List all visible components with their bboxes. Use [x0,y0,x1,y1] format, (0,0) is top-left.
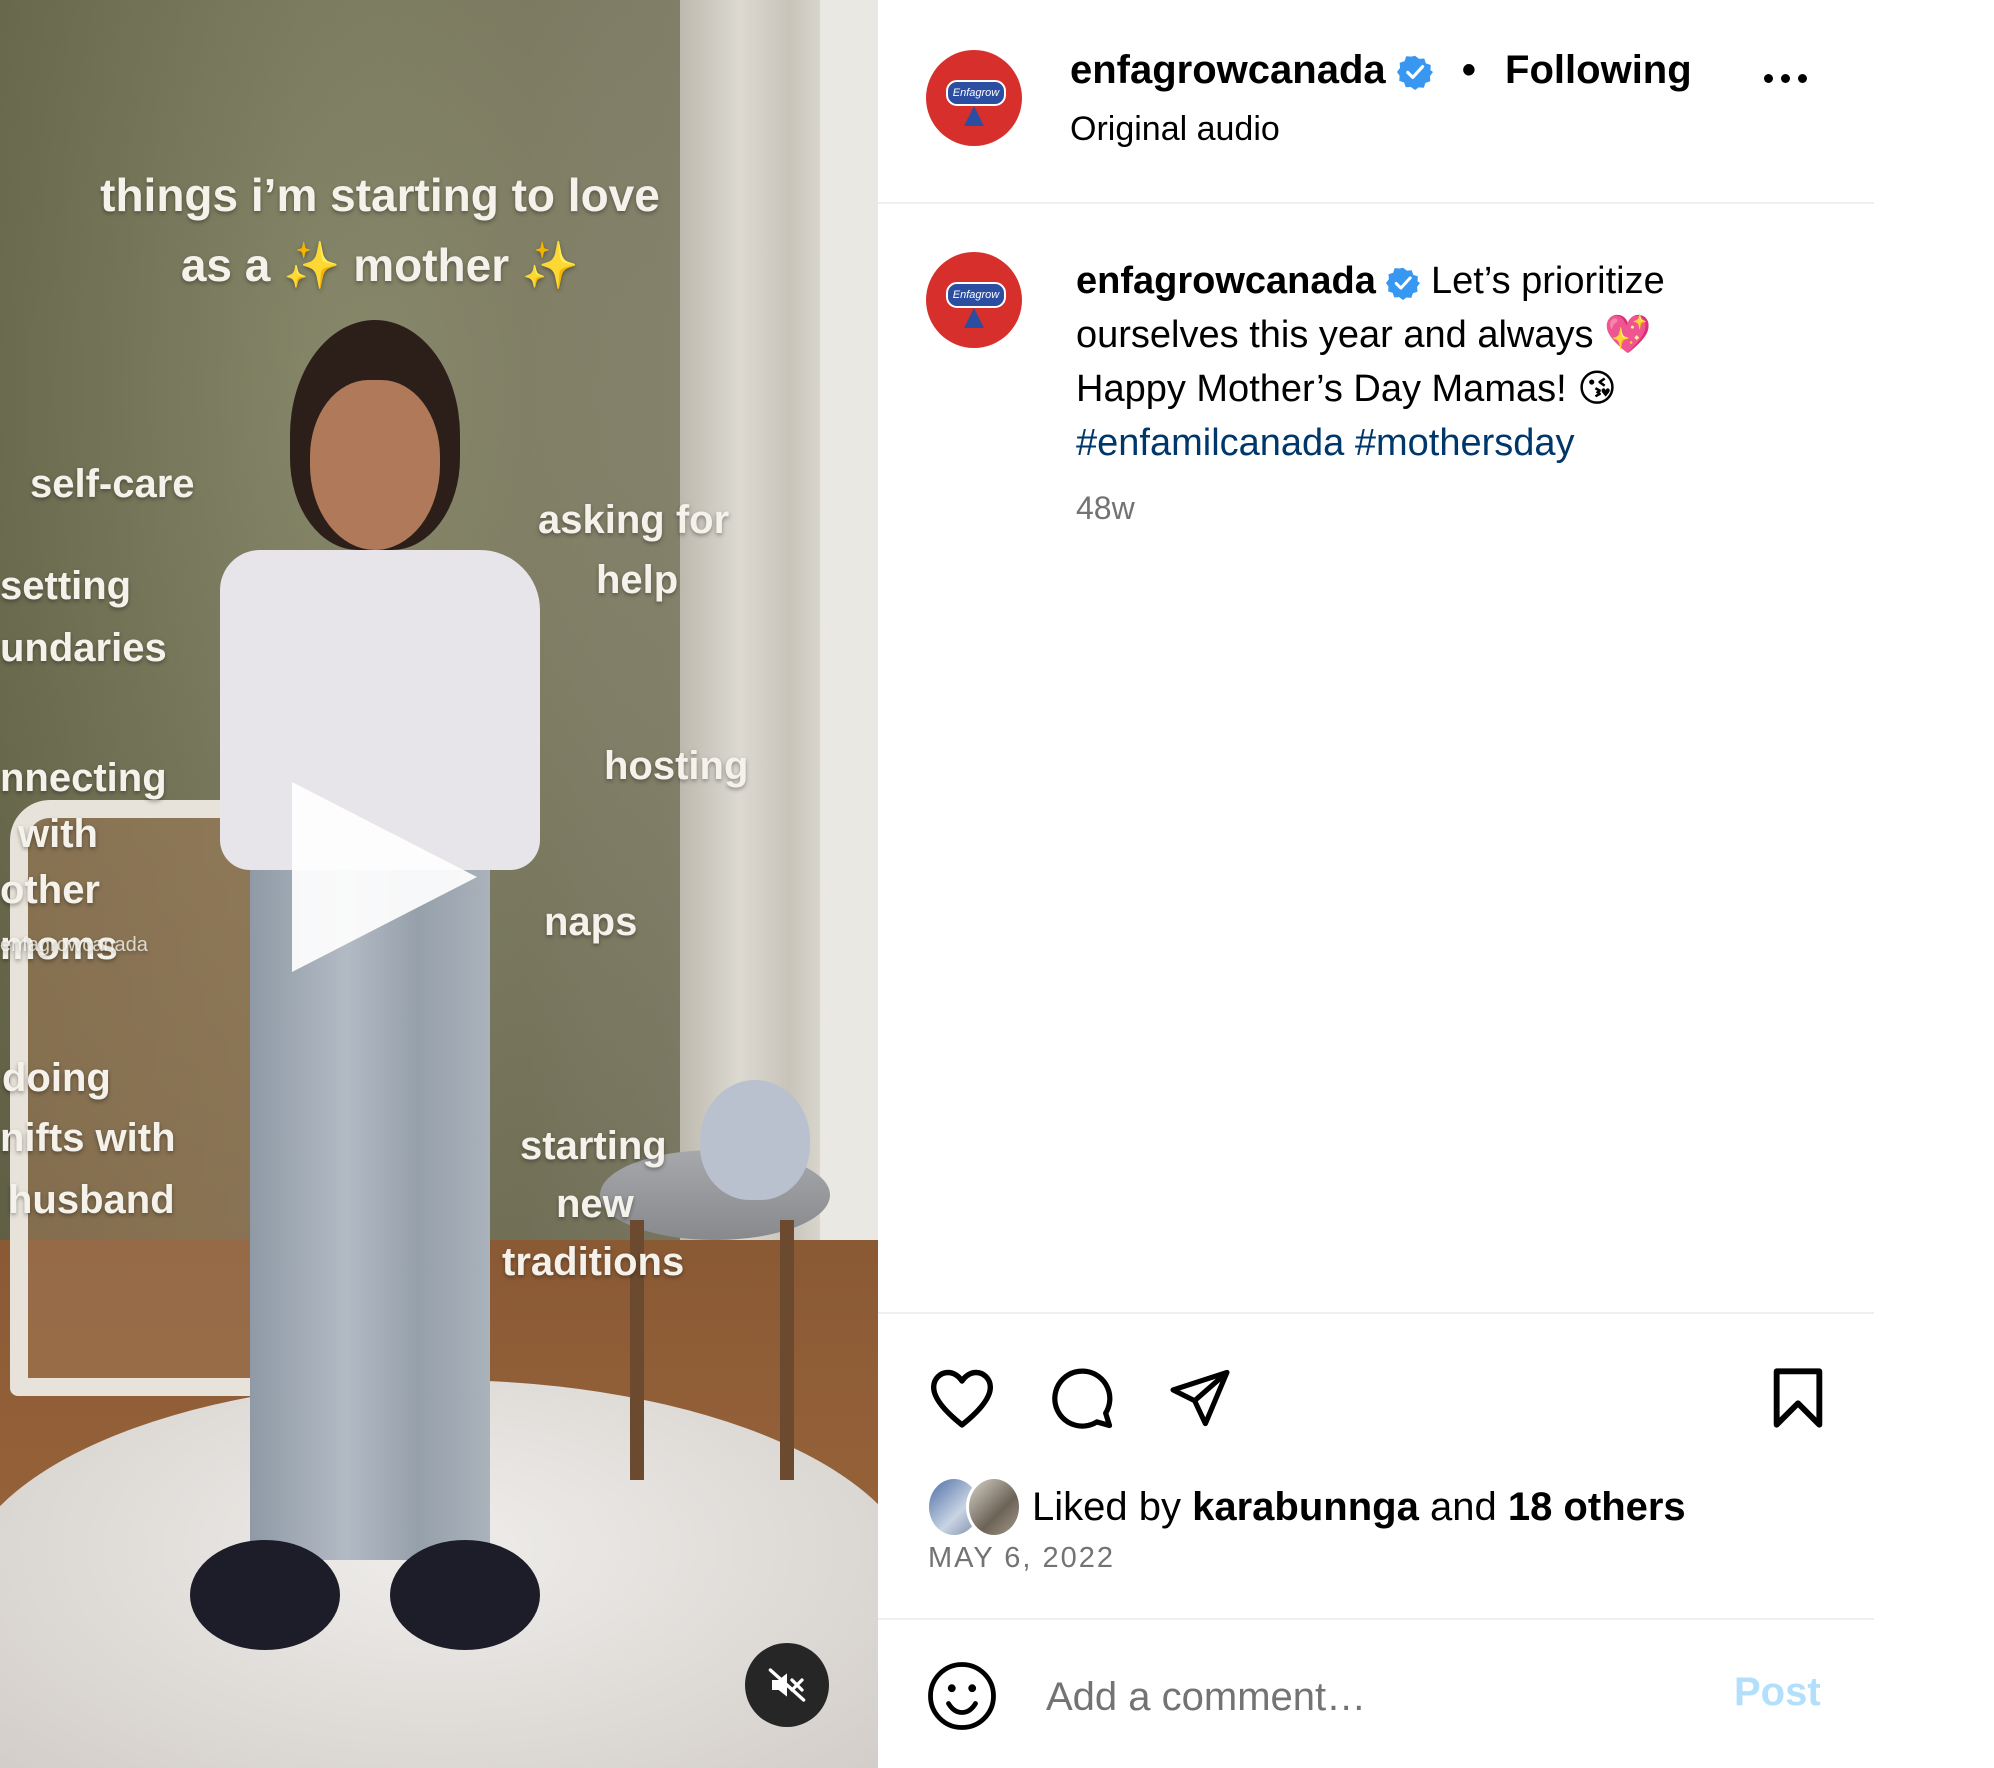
video-title-line1: things i’m starting to love [100,169,660,221]
post-panel: Enfagrow enfagrowcanada • Following Orig… [878,0,1874,1768]
video-title-overlay: things i’m starting to love as a ✨ mothe… [40,160,720,300]
caption-author-avatar[interactable]: Enfagrow [926,252,1022,348]
smiley-icon [928,1662,996,1730]
more-options-icon[interactable] [1764,74,1807,83]
post-comment-button[interactable]: Post [1734,1670,1821,1715]
speaker-muted-icon [768,1668,806,1702]
caption-username[interactable]: enfagrowcanada [1076,260,1376,302]
author-username[interactable]: enfagrowcanada [1070,48,1386,92]
verified-badge-icon [1386,267,1421,300]
caption-text-line2: ourselves this year and always 💖 [1076,314,1652,356]
enfagrow-logo: Enfagrow [946,80,1006,106]
post-header: enfagrowcanada • Following [1070,48,1692,93]
overlay-text-item: asking for [538,498,730,542]
video-title-line2: as a ✨ mother ✨ [180,239,580,291]
logo-mark [964,106,984,126]
likes-summary: Liked by karabunnga and 18 others [926,1476,1686,1538]
caption-text-line3: Happy Mother’s Day Mamas! 😘 [1076,368,1617,410]
hashtag-link[interactable]: #mothersday [1355,422,1575,464]
overlay-text-item: doing [2,1056,111,1100]
like-button[interactable] [922,1358,1002,1438]
heart-icon [930,1369,994,1428]
overlay-text-item: with [18,812,98,856]
author-avatar[interactable]: Enfagrow [926,50,1022,146]
overlay-text-item: self-care [30,462,195,506]
liker-username[interactable]: karabunnga [1192,1485,1419,1529]
overlay-text-item: setting [0,564,132,608]
post-caption: enfagrowcanada Let’s prioritize ourselve… [1076,254,1796,470]
likes-conjunction: and [1429,1484,1497,1529]
likes-prefix: Liked by [1032,1484,1181,1529]
overlay-text-item: traditions [502,1240,685,1284]
overlay-text-item: nifts with [0,1116,176,1160]
share-button[interactable] [1160,1358,1240,1438]
actions-divider [878,1312,1874,1314]
video-watermark: enfagrowcanada [0,934,148,956]
send-icon [1170,1369,1230,1427]
caption-text-line1: Let’s prioritize [1431,260,1665,302]
overlay-text-item: new [556,1182,634,1226]
overlay-text-item: starting [520,1124,667,1168]
logo-mark [964,308,984,328]
audio-link[interactable]: Original audio [1070,110,1280,149]
bookmark-icon [1773,1368,1823,1428]
liker-avatar[interactable] [966,1476,1022,1538]
emoji-button[interactable] [926,1660,998,1737]
video-player[interactable]: things i’m starting to love as a ✨ mothe… [0,0,878,1768]
overlay-text-item: help [596,558,679,602]
comment-icon [1052,1368,1113,1429]
comment-button[interactable] [1042,1358,1122,1438]
header-divider [878,202,1874,204]
overlay-text-item: undaries [0,626,167,670]
play-icon[interactable] [292,782,477,972]
overlay-text-item: husband [8,1178,175,1222]
save-button[interactable] [1758,1358,1838,1438]
mute-button[interactable] [745,1643,829,1727]
hashtag-link[interactable]: #enfamilcanada [1076,422,1344,464]
post-age[interactable]: 48w [1076,490,1135,527]
enfagrow-logo: Enfagrow [946,282,1006,308]
comment-input[interactable] [1044,1664,1688,1730]
video-person [190,320,590,1650]
video-window [820,0,878,1300]
separator-dot: • [1461,48,1476,92]
video-teddy-bear [700,1080,810,1200]
likes-others-link[interactable]: 18 others [1508,1485,1686,1529]
overlay-text-item: other [0,868,100,912]
verified-badge-icon [1396,56,1433,91]
comment-divider [878,1618,1874,1620]
following-button[interactable]: Following [1505,48,1692,92]
overlay-text-item: naps [544,900,638,944]
overlay-text-item: hosting [604,744,749,788]
video-stool-leg [780,1220,794,1480]
overlay-text-item: nnecting [0,756,167,800]
post-date: MAY 6, 2022 [928,1542,1115,1574]
